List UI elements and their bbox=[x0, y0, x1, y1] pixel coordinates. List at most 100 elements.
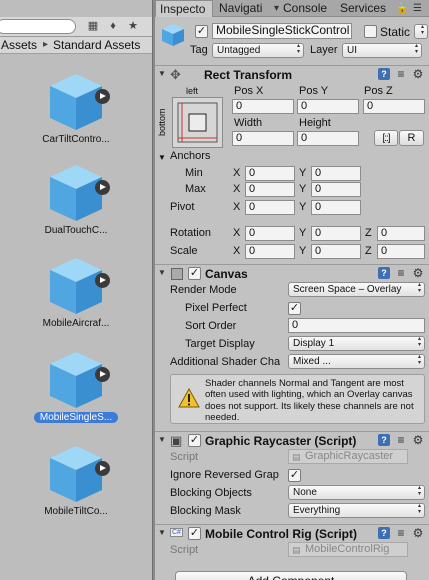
anchor-max-x-field[interactable]: 0 bbox=[245, 182, 295, 197]
scale-x-field[interactable]: 0 bbox=[245, 244, 295, 259]
target-display-dropdown[interactable]: Display 1 bbox=[288, 336, 425, 351]
settings-gear-icon[interactable]: ⚙ bbox=[412, 527, 424, 539]
anchor-min-y-field[interactable]: 0 bbox=[311, 166, 361, 181]
sort-order-field[interactable]: 0 bbox=[288, 318, 425, 333]
help-icon[interactable]: ? bbox=[378, 68, 390, 80]
asset-item[interactable]: DualTouchC... bbox=[28, 163, 124, 251]
label-filter-icon[interactable]: ♦ bbox=[104, 19, 122, 34]
axis-z-label: Z bbox=[365, 227, 372, 239]
preset-icon[interactable]: ≡ bbox=[395, 267, 407, 279]
asset-item[interactable]: MobileAircraf... bbox=[28, 256, 124, 344]
shader-warning-box: Shader channels Normal and Tangent are m… bbox=[170, 374, 425, 424]
help-icon[interactable]: ? bbox=[378, 434, 390, 446]
project-search-input[interactable] bbox=[0, 19, 76, 34]
anchors-foldout[interactable]: ▼ bbox=[158, 151, 166, 163]
pos-x-field[interactable]: 0 bbox=[232, 99, 294, 114]
foldout-arrow-icon[interactable]: ▼ bbox=[158, 528, 166, 537]
rotation-z-field[interactable]: 0 bbox=[377, 226, 425, 241]
asset-item[interactable]: CarTiltContro... bbox=[28, 72, 124, 160]
tab-console[interactable]: Console bbox=[283, 0, 329, 17]
height-label: Height bbox=[299, 117, 331, 129]
ignore-reversed-label: Ignore Reversed Grap bbox=[170, 469, 279, 481]
create-icon[interactable]: ▦ bbox=[84, 19, 102, 34]
tab-services[interactable]: Services bbox=[340, 0, 388, 17]
preset-icon[interactable]: ≡ bbox=[395, 434, 407, 446]
foldout-arrow-icon[interactable]: ▼ bbox=[158, 69, 166, 78]
render-mode-label: Render Mode bbox=[170, 284, 237, 296]
play-preview-icon[interactable] bbox=[95, 367, 110, 382]
blocking-mask-dropdown[interactable]: Everything bbox=[288, 503, 425, 518]
raw-edit-button[interactable]: R bbox=[399, 130, 424, 146]
blueprint-icon: [::] bbox=[382, 133, 390, 144]
blueprint-mode-button[interactable]: [::] bbox=[374, 130, 398, 146]
asset-item[interactable]: MobileTiltCo... bbox=[28, 444, 124, 532]
favorite-star-icon[interactable]: ★ bbox=[124, 19, 142, 34]
asset-label: MobileSingleS... bbox=[34, 412, 118, 423]
pivot-y-field[interactable]: 0 bbox=[311, 200, 361, 215]
tab-navigation[interactable]: Navigati bbox=[219, 0, 271, 17]
scale-z-field[interactable]: 0 bbox=[377, 244, 425, 259]
blocking-objects-dropdown[interactable]: None bbox=[288, 485, 425, 500]
active-checkbox[interactable]: ✓ bbox=[195, 25, 208, 38]
lock-icon[interactable]: 🔒 bbox=[396, 0, 408, 17]
rect-transform-icon: ✥ bbox=[170, 67, 181, 82]
asset-label: DualTouchC... bbox=[44, 225, 108, 236]
tab-inspector[interactable]: Inspecto bbox=[155, 0, 213, 17]
render-mode-dropdown[interactable]: Screen Space – Overlay bbox=[288, 282, 425, 297]
rotation-y-field[interactable]: 0 bbox=[311, 226, 361, 241]
tab-menu-icon[interactable]: ☰ bbox=[413, 0, 422, 17]
static-dropdown[interactable] bbox=[414, 24, 428, 39]
tag-dropdown[interactable]: Untagged bbox=[212, 43, 304, 58]
asset-label: MobileTiltCo... bbox=[44, 506, 108, 517]
settings-gear-icon[interactable]: ⚙ bbox=[412, 434, 424, 446]
gameobject-cube-icon bbox=[162, 24, 184, 46]
play-preview-icon[interactable] bbox=[95, 89, 110, 104]
ignore-reversed-checkbox[interactable]: ✓ bbox=[288, 469, 301, 482]
canvas-header[interactable]: ▼ ✓ Canvas ? ≡ ⚙ bbox=[155, 264, 429, 282]
pixel-perfect-checkbox[interactable]: ✓ bbox=[288, 302, 301, 315]
anchor-preset-icon bbox=[177, 102, 218, 143]
axis-y-label: Y bbox=[299, 183, 307, 195]
breadcrumb-assets[interactable]: Assets bbox=[1, 37, 37, 53]
rect-transform-header[interactable]: ▼ ✥ Rect Transform ? ≡ ⚙ bbox=[155, 65, 429, 83]
layer-dropdown[interactable]: UI bbox=[342, 43, 422, 58]
anchor-min-x-field[interactable]: 0 bbox=[245, 166, 295, 181]
axis-x-label: X bbox=[233, 201, 241, 213]
play-preview-icon[interactable] bbox=[95, 180, 110, 195]
rig-script-field: MobileControlRig bbox=[288, 542, 408, 557]
rotation-x-field[interactable]: 0 bbox=[245, 226, 295, 241]
axis-y-label: Y bbox=[299, 245, 307, 257]
scale-y-field[interactable]: 0 bbox=[311, 244, 361, 259]
tab-menu-icon[interactable]: ▾ bbox=[274, 0, 279, 17]
mobile-control-rig-header[interactable]: ▼ C# ✓ Mobile Control Rig (Script) ? ≡ ⚙ bbox=[155, 524, 429, 542]
settings-gear-icon[interactable]: ⚙ bbox=[412, 68, 424, 80]
preset-icon[interactable]: ≡ bbox=[395, 527, 407, 539]
canvas-title: Canvas bbox=[205, 267, 248, 281]
object-name-field[interactable]: MobileSingleStickControl bbox=[212, 23, 352, 39]
pos-y-field[interactable]: 0 bbox=[297, 99, 359, 114]
breadcrumb-standard-assets[interactable]: Standard Assets bbox=[53, 37, 140, 53]
static-checkbox[interactable] bbox=[364, 25, 377, 38]
canvas-enabled-checkbox[interactable]: ✓ bbox=[188, 267, 201, 280]
mobile-control-rig-title: Mobile Control Rig (Script) bbox=[205, 527, 357, 541]
settings-gear-icon[interactable]: ⚙ bbox=[412, 267, 424, 279]
asset-item-selected[interactable]: MobileSingleS... bbox=[28, 350, 124, 438]
pos-z-field[interactable]: 0 bbox=[363, 99, 425, 114]
shader-channels-dropdown[interactable]: Mixed ... bbox=[288, 354, 425, 369]
pivot-x-field[interactable]: 0 bbox=[245, 200, 295, 215]
help-icon[interactable]: ? bbox=[378, 267, 390, 279]
preset-icon[interactable]: ≡ bbox=[395, 68, 407, 80]
foldout-arrow-icon[interactable]: ▼ bbox=[158, 435, 166, 444]
raycaster-enabled-checkbox[interactable]: ✓ bbox=[188, 434, 201, 447]
width-field[interactable]: 0 bbox=[232, 131, 294, 146]
anchor-preset-button[interactable] bbox=[172, 97, 223, 148]
rig-enabled-checkbox[interactable]: ✓ bbox=[188, 527, 201, 540]
foldout-arrow-icon[interactable]: ▼ bbox=[158, 268, 166, 277]
graphic-raycaster-header[interactable]: ▼ ▣ ✓ Graphic Raycaster (Script) ? ≡ ⚙ bbox=[155, 431, 429, 449]
add-component-button[interactable]: Add Component bbox=[175, 571, 407, 580]
help-icon[interactable]: ? bbox=[378, 527, 390, 539]
height-field[interactable]: 0 bbox=[297, 131, 359, 146]
anchor-max-y-field[interactable]: 0 bbox=[311, 182, 361, 197]
play-preview-icon[interactable] bbox=[95, 273, 110, 288]
play-preview-icon[interactable] bbox=[95, 461, 110, 476]
